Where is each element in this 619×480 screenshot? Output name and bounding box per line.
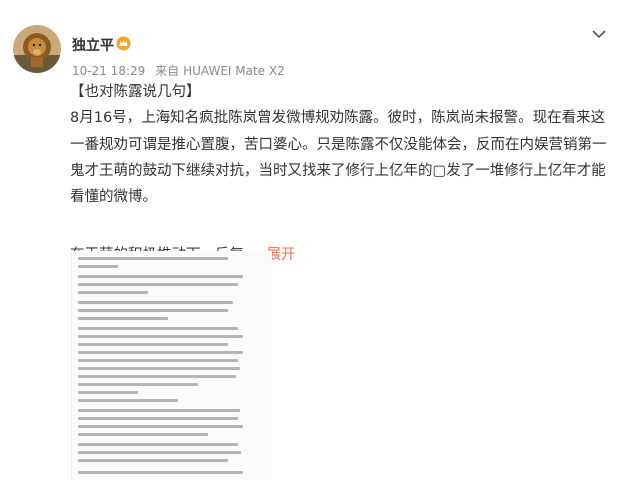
source-device: HUAWEI Mate X2: [183, 64, 285, 78]
attached-text-image[interactable]: [71, 251, 272, 480]
post-title: 【也对陈露说几句】: [70, 84, 201, 100]
weibo-post: 独立平 10-21 18:29 来自 HUAWEI Mate X2 【也对陈露说几…: [0, 0, 619, 480]
avatar[interactable]: [13, 25, 61, 73]
post-paragraph-1: 8月16号，上海知名疯批陈岚曾发微博规劝陈露。彼时，陈岚尚未报警。现在看来这一番…: [70, 110, 607, 206]
chevron-down-icon[interactable]: [591, 25, 607, 39]
lion-avatar-icon: [13, 25, 61, 73]
username[interactable]: 独立平: [72, 35, 114, 55]
post-body: 【也对陈露说几句】 8月16号，上海知名疯批陈岚曾发微博规劝陈露。彼时，陈岚尚未…: [70, 79, 610, 269]
vip-crown-icon[interactable]: [116, 36, 131, 51]
timestamp[interactable]: 10-21 18:29: [72, 64, 145, 78]
source-prefix: 来自: [155, 64, 180, 78]
post-meta: 10-21 18:29 来自 HUAWEI Mate X2: [72, 62, 285, 79]
